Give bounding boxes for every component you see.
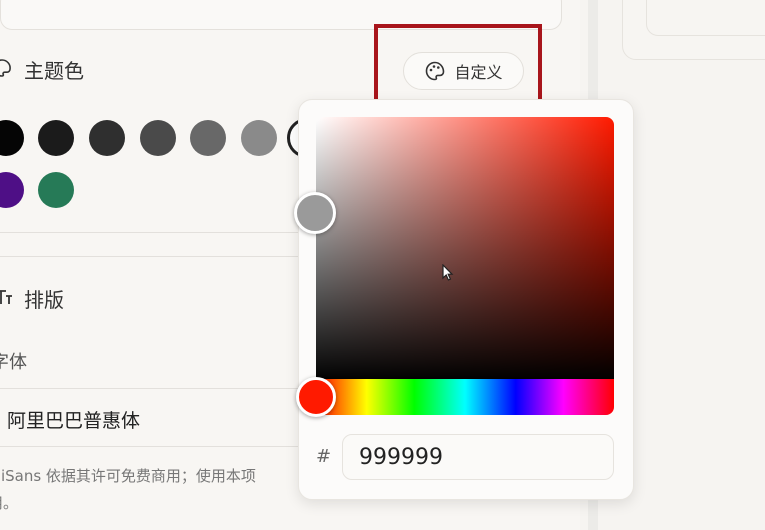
theme-color-title: 主题色 — [24, 59, 84, 83]
swatch-near-black[interactable] — [38, 120, 74, 156]
right-card-inner — [646, 0, 765, 36]
swatch-gray-3[interactable] — [241, 120, 277, 156]
font-label: 字体 — [0, 352, 27, 373]
saturation-value-area[interactable] — [316, 117, 614, 381]
saturation-handle[interactable] — [294, 192, 336, 234]
font-value[interactable]: 阿里巴巴普惠体 — [7, 406, 140, 433]
hash-label: # — [316, 446, 332, 467]
hex-input[interactable] — [342, 434, 614, 480]
section-divider — [0, 232, 300, 233]
section-divider — [0, 256, 300, 257]
typography-title: 排版 — [24, 288, 64, 312]
palette-icon — [0, 59, 11, 77]
swatch-dark-gray[interactable] — [89, 120, 125, 156]
row-divider — [0, 388, 300, 389]
font-license-note: MiSans 依据其许可免费商用；使用本项 — [0, 467, 256, 485]
font-license-note-cont: 用。 — [0, 494, 19, 512]
mouse-cursor-icon — [442, 264, 454, 281]
hue-handle[interactable] — [296, 377, 336, 417]
swatch-gray-1[interactable] — [140, 120, 176, 156]
hue-slider[interactable] — [316, 379, 614, 415]
typography-icon — [0, 290, 12, 304]
swatch-gray-2[interactable] — [190, 120, 226, 156]
row-divider — [0, 446, 300, 447]
swatch-green[interactable] — [38, 172, 74, 208]
